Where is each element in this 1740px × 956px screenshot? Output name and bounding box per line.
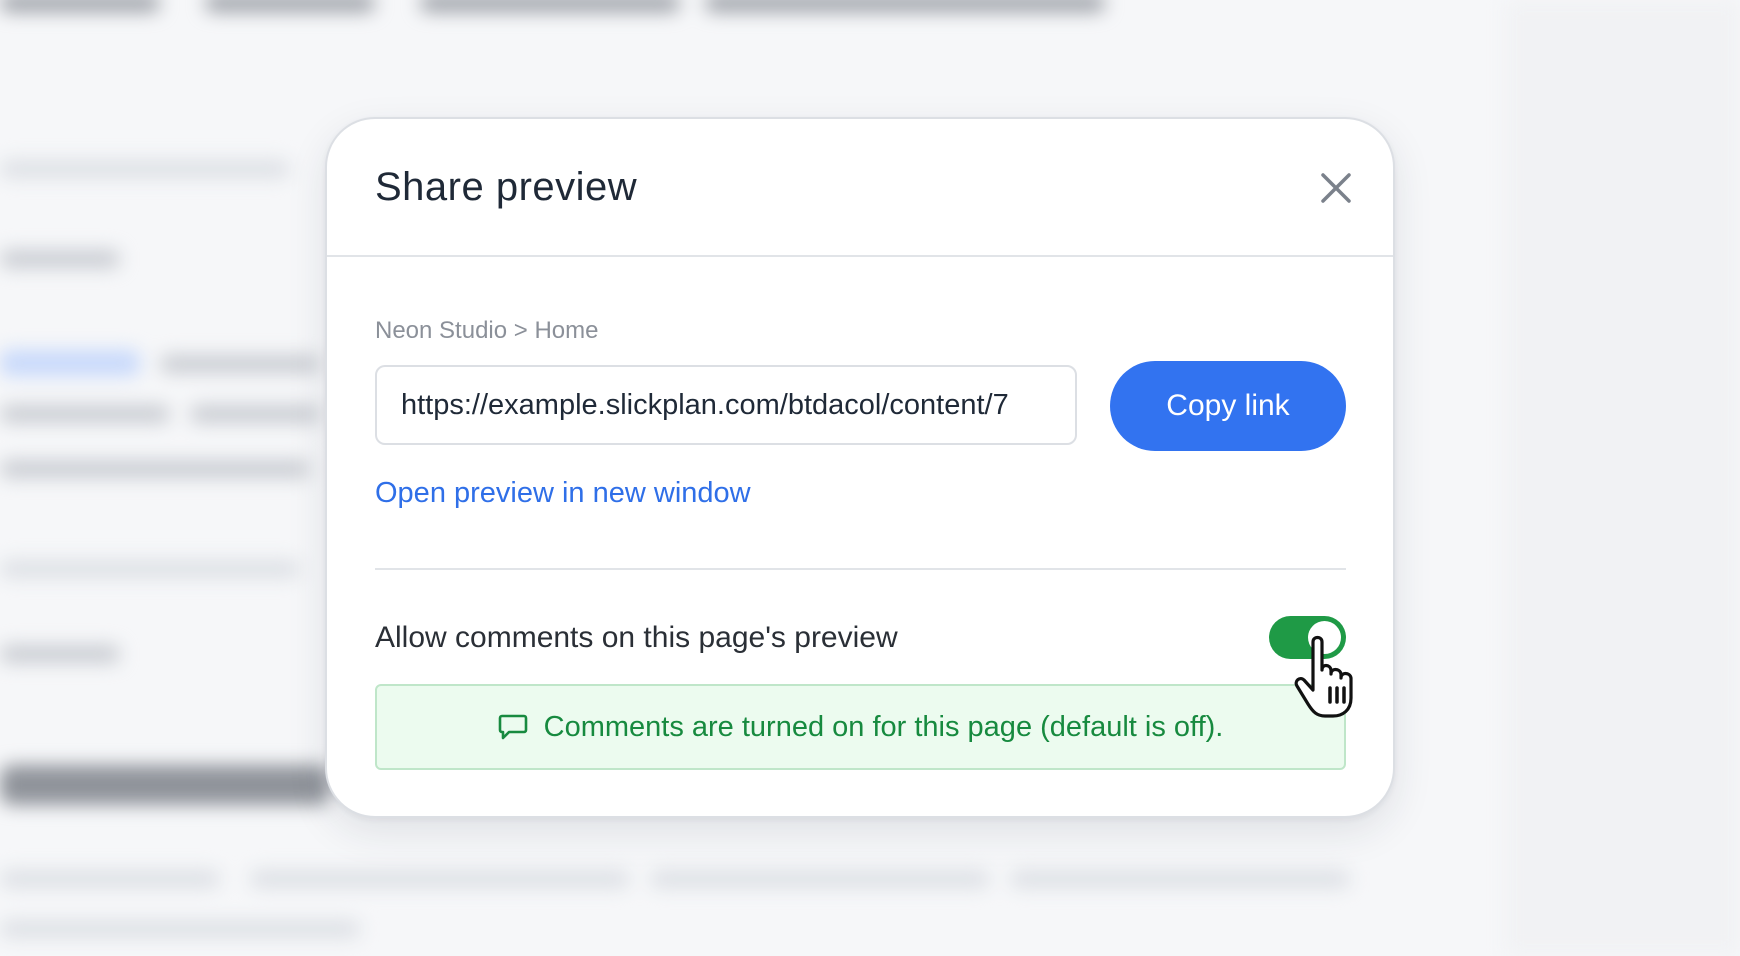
background-text-line <box>250 870 630 888</box>
background-text-line <box>160 355 320 373</box>
background-text-line <box>190 405 320 423</box>
close-icon <box>1321 173 1351 203</box>
allow-comments-toggle[interactable] <box>1269 616 1346 659</box>
background-text-line <box>420 0 680 12</box>
dialog-header: Share preview <box>327 119 1393 257</box>
background-text-line <box>0 250 120 268</box>
toggle-knob <box>1308 621 1341 654</box>
background-text-line <box>0 645 120 663</box>
comments-status-notice: Comments are turned on for this page (de… <box>375 684 1346 770</box>
background-text-line <box>0 870 220 888</box>
comment-icon <box>498 714 527 740</box>
background-text-line <box>0 560 300 578</box>
share-preview-dialog: Share preview Neon Studio > Home Copy li… <box>325 117 1395 818</box>
background-heading <box>0 765 330 805</box>
background-highlight <box>0 350 140 376</box>
breadcrumb: Neon Studio > Home <box>375 317 599 344</box>
background-text-line <box>0 0 160 12</box>
open-preview-link[interactable]: Open preview in new window <box>375 477 751 510</box>
preview-url-field[interactable] <box>375 365 1077 445</box>
close-button[interactable] <box>1309 161 1363 215</box>
divider <box>375 568 1346 570</box>
background-side-panel <box>1505 0 1740 956</box>
background-text-line <box>650 870 990 888</box>
background-text-line <box>0 160 290 178</box>
background-text-line <box>0 460 310 478</box>
background-text-line <box>0 920 360 938</box>
dialog-title: Share preview <box>375 165 638 209</box>
background-text-line <box>0 405 170 423</box>
background-text-line <box>705 0 1105 12</box>
background-text-line <box>205 0 375 12</box>
notice-text: Comments are turned on for this page (de… <box>543 710 1224 743</box>
copy-link-button[interactable]: Copy link <box>1110 361 1346 451</box>
background-text-line <box>1010 870 1350 888</box>
allow-comments-label: Allow comments on this page's preview <box>375 621 898 654</box>
